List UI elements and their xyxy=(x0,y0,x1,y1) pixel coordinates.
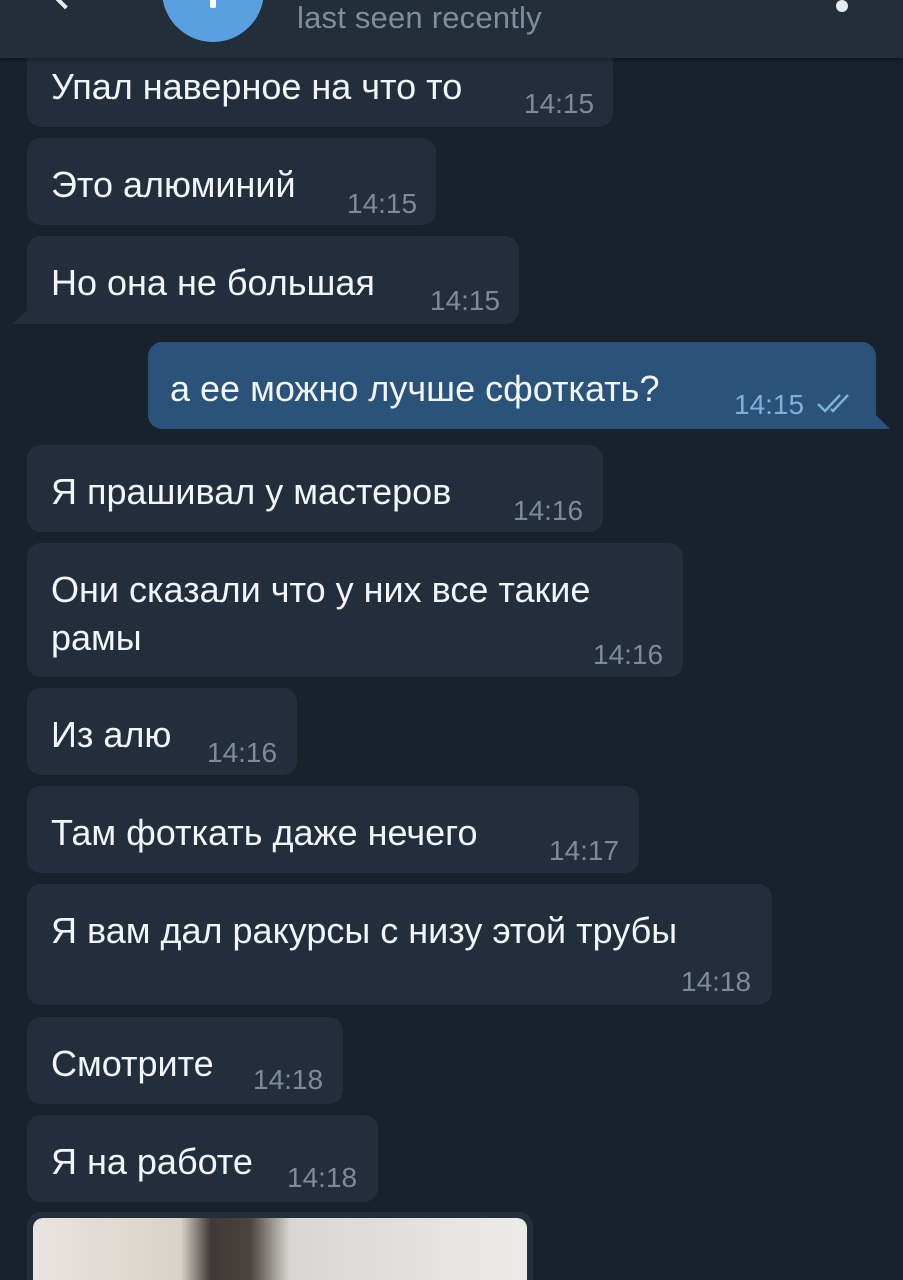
message-time: 14:17 xyxy=(549,835,620,866)
message-text: Я на работе xyxy=(51,1141,253,1182)
message-bubble-incoming[interactable]: Там фоткать даже нечего 14:17 xyxy=(27,786,639,873)
message-text: Но она не большая xyxy=(51,262,375,303)
message-text: Из алю xyxy=(51,714,172,755)
message-text-line-2: рамы xyxy=(51,617,142,658)
message-text: Я вам дал ракурсы с низу этой трубы xyxy=(51,910,678,951)
message-text: Упал наверное на что то xyxy=(51,66,463,107)
message-bubble-outgoing[interactable]: а ее можно лучше сфоткать? 14:15 xyxy=(148,342,890,429)
message-bubble-incoming[interactable]: Я прашивал у мастеров 14:16 xyxy=(27,445,603,532)
chat-header: last seen recently xyxy=(0,0,903,58)
message-text: Я прашивал у мастеров xyxy=(51,471,452,512)
message-text-line-1: Они сказали что у них все такие xyxy=(51,569,591,610)
avatar-initial xyxy=(210,0,216,8)
back-arrow-icon[interactable] xyxy=(46,0,84,10)
message-time: 14:15 xyxy=(524,88,595,119)
chat-screen: last seen recently Упал наверное на что … xyxy=(0,0,903,1280)
message-time: 14:18 xyxy=(253,1064,324,1095)
bubble-tail xyxy=(876,415,890,429)
message-bubble-incoming[interactable]: Смотрите 14:18 xyxy=(27,1017,343,1104)
photo-message[interactable] xyxy=(27,1212,533,1280)
message-time: 14:18 xyxy=(287,1162,358,1193)
photo-thumbnail xyxy=(33,1218,527,1280)
message-time: 14:15 xyxy=(347,188,418,219)
message-text: Там фоткать даже нечего xyxy=(51,812,478,853)
more-vert-icon[interactable] xyxy=(836,0,848,12)
message-text: а ее можно лучше сфоткать? xyxy=(170,368,660,409)
last-seen-status: last seen recently xyxy=(297,0,542,35)
double-check-icon xyxy=(817,394,849,413)
message-time: 14:15 xyxy=(734,389,805,420)
message-bubble-incoming[interactable]: Из алю 14:16 xyxy=(27,688,297,775)
message-bubble-incoming[interactable]: Я на работе 14:18 xyxy=(27,1115,378,1202)
message-text: Это алюминий xyxy=(51,164,296,205)
message-time: 14:15 xyxy=(430,285,501,316)
message-time: 14:16 xyxy=(593,639,664,670)
message-text: Смотрите xyxy=(51,1043,214,1084)
message-time: 14:16 xyxy=(513,495,584,526)
message-time: 14:16 xyxy=(207,737,278,768)
message-bubble-incoming[interactable]: Но она не большая 14:15 xyxy=(13,236,519,324)
message-bubble-incoming[interactable]: Они сказали что у них все такие рамы 14:… xyxy=(27,543,683,677)
message-bubble-incoming[interactable]: Я вам дал ракурсы с низу этой трубы 14:1… xyxy=(27,884,772,1005)
message-time: 14:18 xyxy=(681,966,752,997)
message-bubble-incoming[interactable]: Это алюминий 14:15 xyxy=(27,138,436,225)
avatar[interactable] xyxy=(162,0,264,42)
bubble-tail xyxy=(13,310,27,324)
